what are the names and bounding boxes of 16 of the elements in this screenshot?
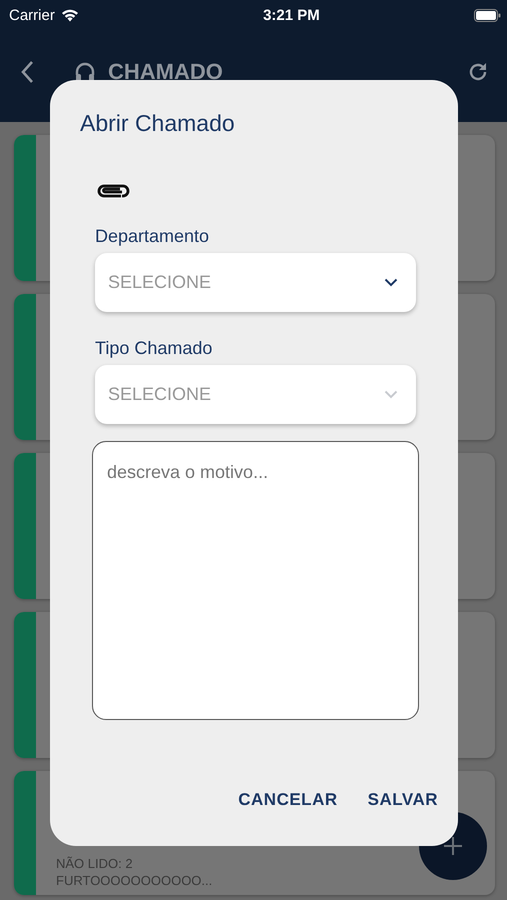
plus-icon [443, 836, 463, 856]
status-time: 3:21 PM [263, 6, 320, 24]
header-title: CHAMADO [108, 59, 224, 85]
dialog-button[interactable]: CANCELAR [238, 786, 338, 814]
carrier-label: Carrier [9, 6, 55, 24]
field-label: Departamento [95, 226, 210, 247]
card-text: FURTOOOOOOOOOOO... [56, 872, 214, 889]
field-label: Tipo Chamado [95, 338, 214, 359]
wifi-icon [60, 8, 79, 22]
card-text: NÃO LIDO: 2 [56, 855, 134, 872]
description-field[interactable]: descreva o motivo... [92, 441, 419, 720]
battery-icon [474, 8, 501, 22]
dialog-button[interactable]: SALVAR [368, 786, 438, 814]
dialog-title: Abrir Chamado [80, 110, 236, 137]
back-icon[interactable] [20, 60, 34, 84]
refresh-icon[interactable] [467, 61, 489, 83]
